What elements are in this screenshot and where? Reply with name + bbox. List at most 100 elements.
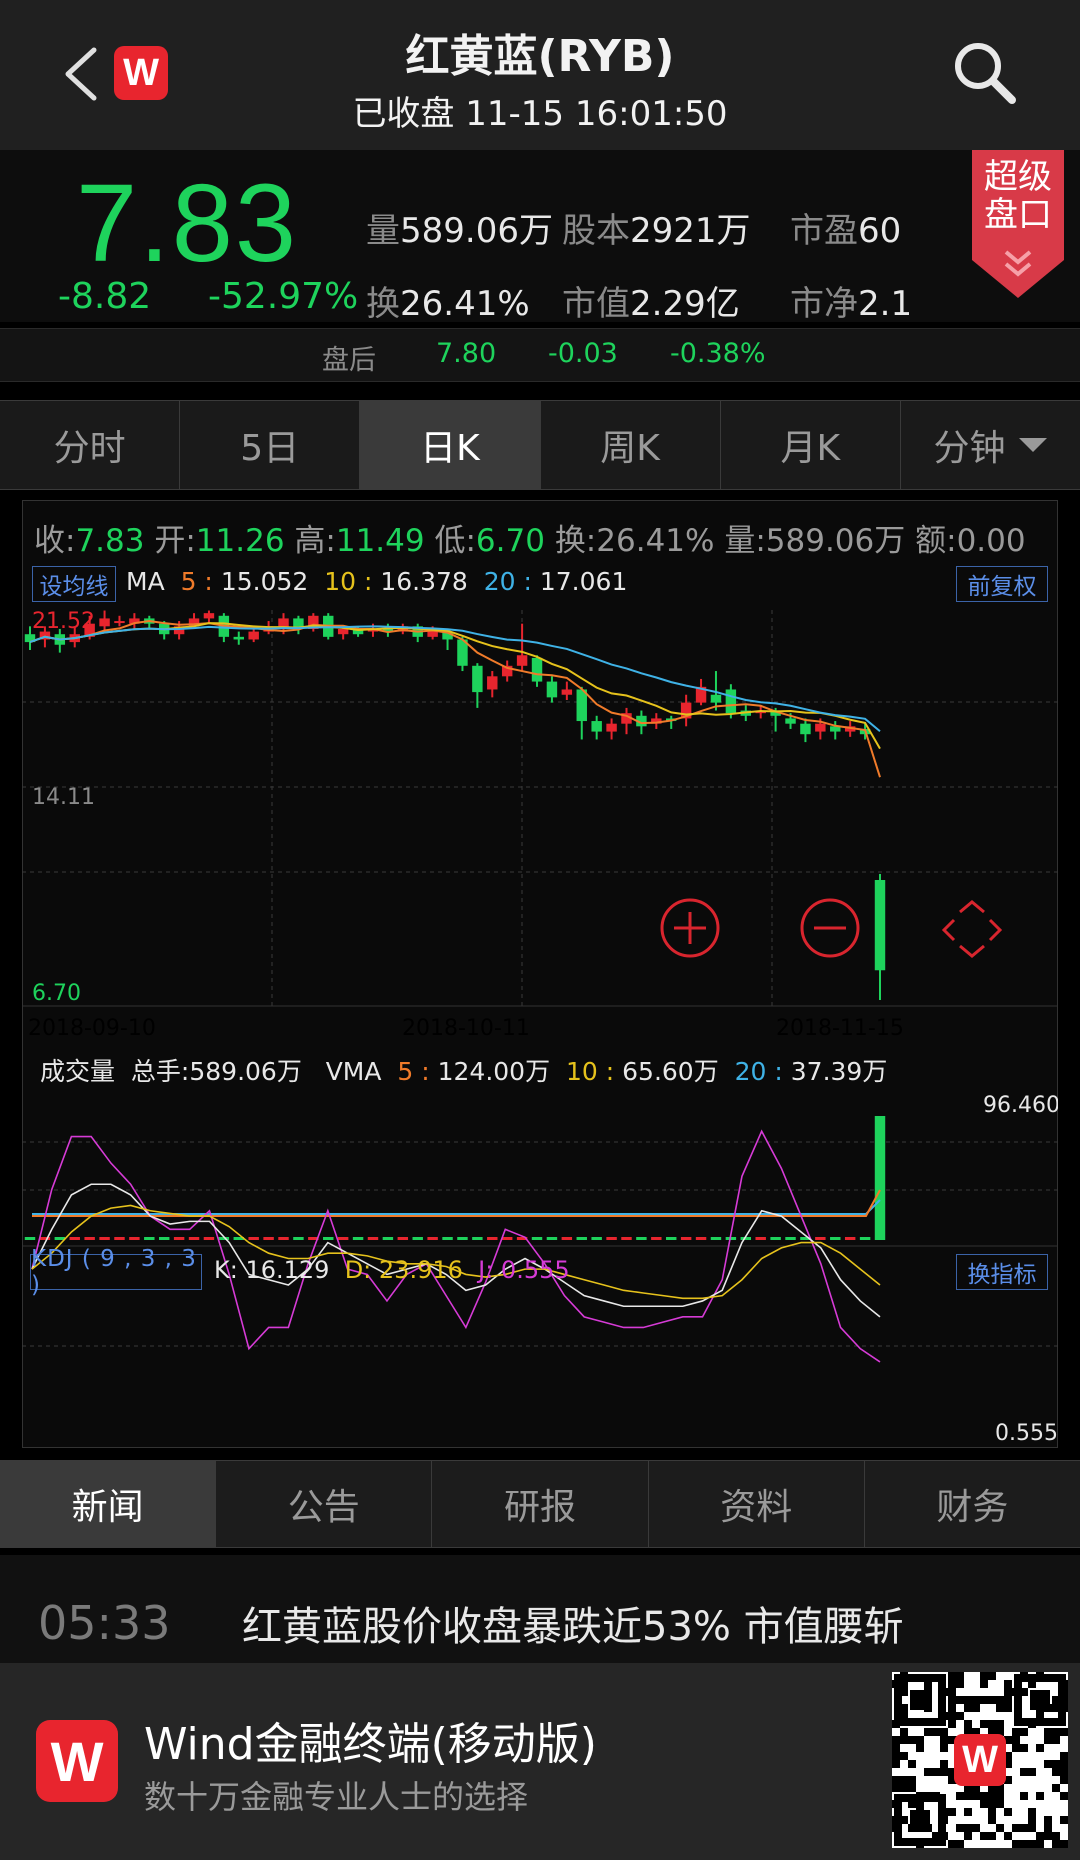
candle-body <box>561 689 573 695</box>
volume-bar <box>651 1237 662 1240</box>
x-axis-right: 2018-11-15 <box>776 1016 904 1041</box>
volume-bar <box>501 1237 513 1240</box>
volume-bar <box>785 1237 796 1240</box>
volume-bar <box>24 1237 36 1240</box>
move-icon[interactable] <box>941 900 1003 958</box>
volume-bar <box>323 1237 334 1240</box>
tab-announcements[interactable]: 公告 <box>216 1461 433 1547</box>
tab-daily-k[interactable]: 日K <box>360 401 541 489</box>
tab-monthly-k[interactable]: 月K <box>721 401 901 489</box>
volume-bar <box>427 1237 438 1240</box>
volume-bar <box>710 1237 722 1240</box>
content-tabs: 新闻 公告 研报 资料 财务 <box>0 1460 1080 1548</box>
volume-bar <box>636 1237 647 1240</box>
volume-bar <box>248 1237 259 1240</box>
volume-bar <box>755 1237 766 1240</box>
tab-intraday[interactable]: 分时 <box>0 401 181 489</box>
volume-bar <box>337 1237 349 1240</box>
candle-body <box>248 631 259 640</box>
tab-financials[interactable]: 财务 <box>865 1461 1080 1547</box>
super-orderbook-label: 超级 盘口 <box>984 157 1052 235</box>
x-axis-mid: 2018-10-11 <box>402 1016 530 1041</box>
volume-bar <box>188 1237 200 1240</box>
search-icon[interactable] <box>950 38 1020 108</box>
candle-body <box>337 628 349 635</box>
kdj-max: 96.460 <box>983 1093 1058 1118</box>
candle-body <box>815 723 826 732</box>
volume-bar <box>144 1237 155 1240</box>
volume-bar <box>352 1237 364 1240</box>
main-grid <box>22 610 1058 1347</box>
candle-body <box>874 880 886 971</box>
after-hours-price: 7.80 <box>436 338 497 369</box>
candle-body <box>99 618 110 627</box>
volume-bar <box>173 1237 185 1240</box>
volume-bar <box>859 1237 871 1240</box>
volume-bar <box>680 1237 692 1240</box>
volume-bar <box>874 1116 886 1240</box>
ma-series <box>29 620 881 778</box>
qr-code-icon: W <box>892 1672 1068 1848</box>
wind-logo-icon: W <box>36 1720 118 1802</box>
share-stat: 股本2921万 <box>562 211 751 251</box>
after-hours-change: -0.03 <box>548 338 618 369</box>
volume-bar <box>278 1237 289 1240</box>
after-hours-label: 盘后 <box>322 345 376 376</box>
x-axis-left: 2018-09-10 <box>28 1016 156 1041</box>
candle-body <box>114 621 125 624</box>
volume-bar <box>591 1237 602 1240</box>
candle-body <box>531 657 543 682</box>
ma5-line <box>29 620 881 778</box>
y-axis-mid: 14.11 <box>32 785 95 810</box>
mcap-stat: 市值2.29亿 <box>562 284 740 324</box>
volume-bar <box>457 1237 468 1240</box>
kline-chart: 21.52 14.11 6.70 2018-09-10 2018-10-11 2… <box>22 609 1058 1446</box>
candle-body <box>785 718 796 724</box>
tab-weekly-k[interactable]: 周K <box>541 401 721 489</box>
turnover-stat: 换26.41% <box>366 284 530 324</box>
candle-body <box>546 681 558 698</box>
zoom-out-icon[interactable] <box>800 898 860 958</box>
news-time: 05:33 <box>38 1596 171 1650</box>
volume-bar <box>203 1237 215 1240</box>
news-title[interactable]: 红黄蓝股价收盘暴跌近53% 市值腰斩 <box>242 1594 904 1652</box>
candle-body <box>487 676 498 690</box>
period-tabs: 分时 5日 日K 周K 月K 分钟 <box>0 400 1080 490</box>
tab-news[interactable]: 新闻 <box>0 1461 217 1547</box>
candle-body <box>800 723 811 735</box>
volume-stat: 量589.06万 <box>366 211 553 251</box>
zoom-in-icon[interactable] <box>660 898 720 958</box>
ma20-line <box>29 625 881 733</box>
page-title: 红黄蓝(RYB) <box>405 31 675 82</box>
volume-bar <box>158 1237 170 1240</box>
kdj-settings-button[interactable]: KDJ ( 9 , 3 , 3 ) <box>30 1246 202 1298</box>
svg-text:W: W <box>962 1739 998 1781</box>
volume-bar <box>69 1237 80 1240</box>
tab-profile[interactable]: 资料 <box>649 1461 865 1547</box>
volume-bar <box>695 1237 707 1240</box>
volume-bar <box>442 1237 453 1240</box>
kdj-min: 0.555 <box>995 1421 1058 1446</box>
candle-body <box>516 655 528 666</box>
tab-research[interactable]: 研报 <box>432 1461 649 1547</box>
ma10-line <box>29 622 881 750</box>
volume-bar <box>99 1237 110 1240</box>
tab-minute[interactable]: 分钟 <box>901 401 1080 489</box>
volume-bar <box>129 1237 140 1240</box>
volume-bar <box>770 1237 781 1240</box>
volume-bars <box>24 1116 886 1240</box>
tab-5day[interactable]: 5日 <box>180 401 361 489</box>
volume-bar <box>367 1237 379 1240</box>
volume-bar <box>546 1237 558 1240</box>
candle-body <box>591 721 602 732</box>
y-axis-bottom: 6.70 <box>32 981 81 1006</box>
switch-indicator-button[interactable]: 换指标 <box>956 1254 1048 1290</box>
price-change: -8.82 <box>58 276 152 317</box>
candle-body <box>606 723 617 732</box>
volume-bar <box>412 1237 423 1240</box>
volume-bar <box>472 1237 483 1240</box>
volume-bar <box>263 1237 274 1240</box>
volume-bar <box>606 1237 617 1240</box>
candle-body <box>576 689 587 722</box>
volume-bar <box>815 1237 826 1240</box>
